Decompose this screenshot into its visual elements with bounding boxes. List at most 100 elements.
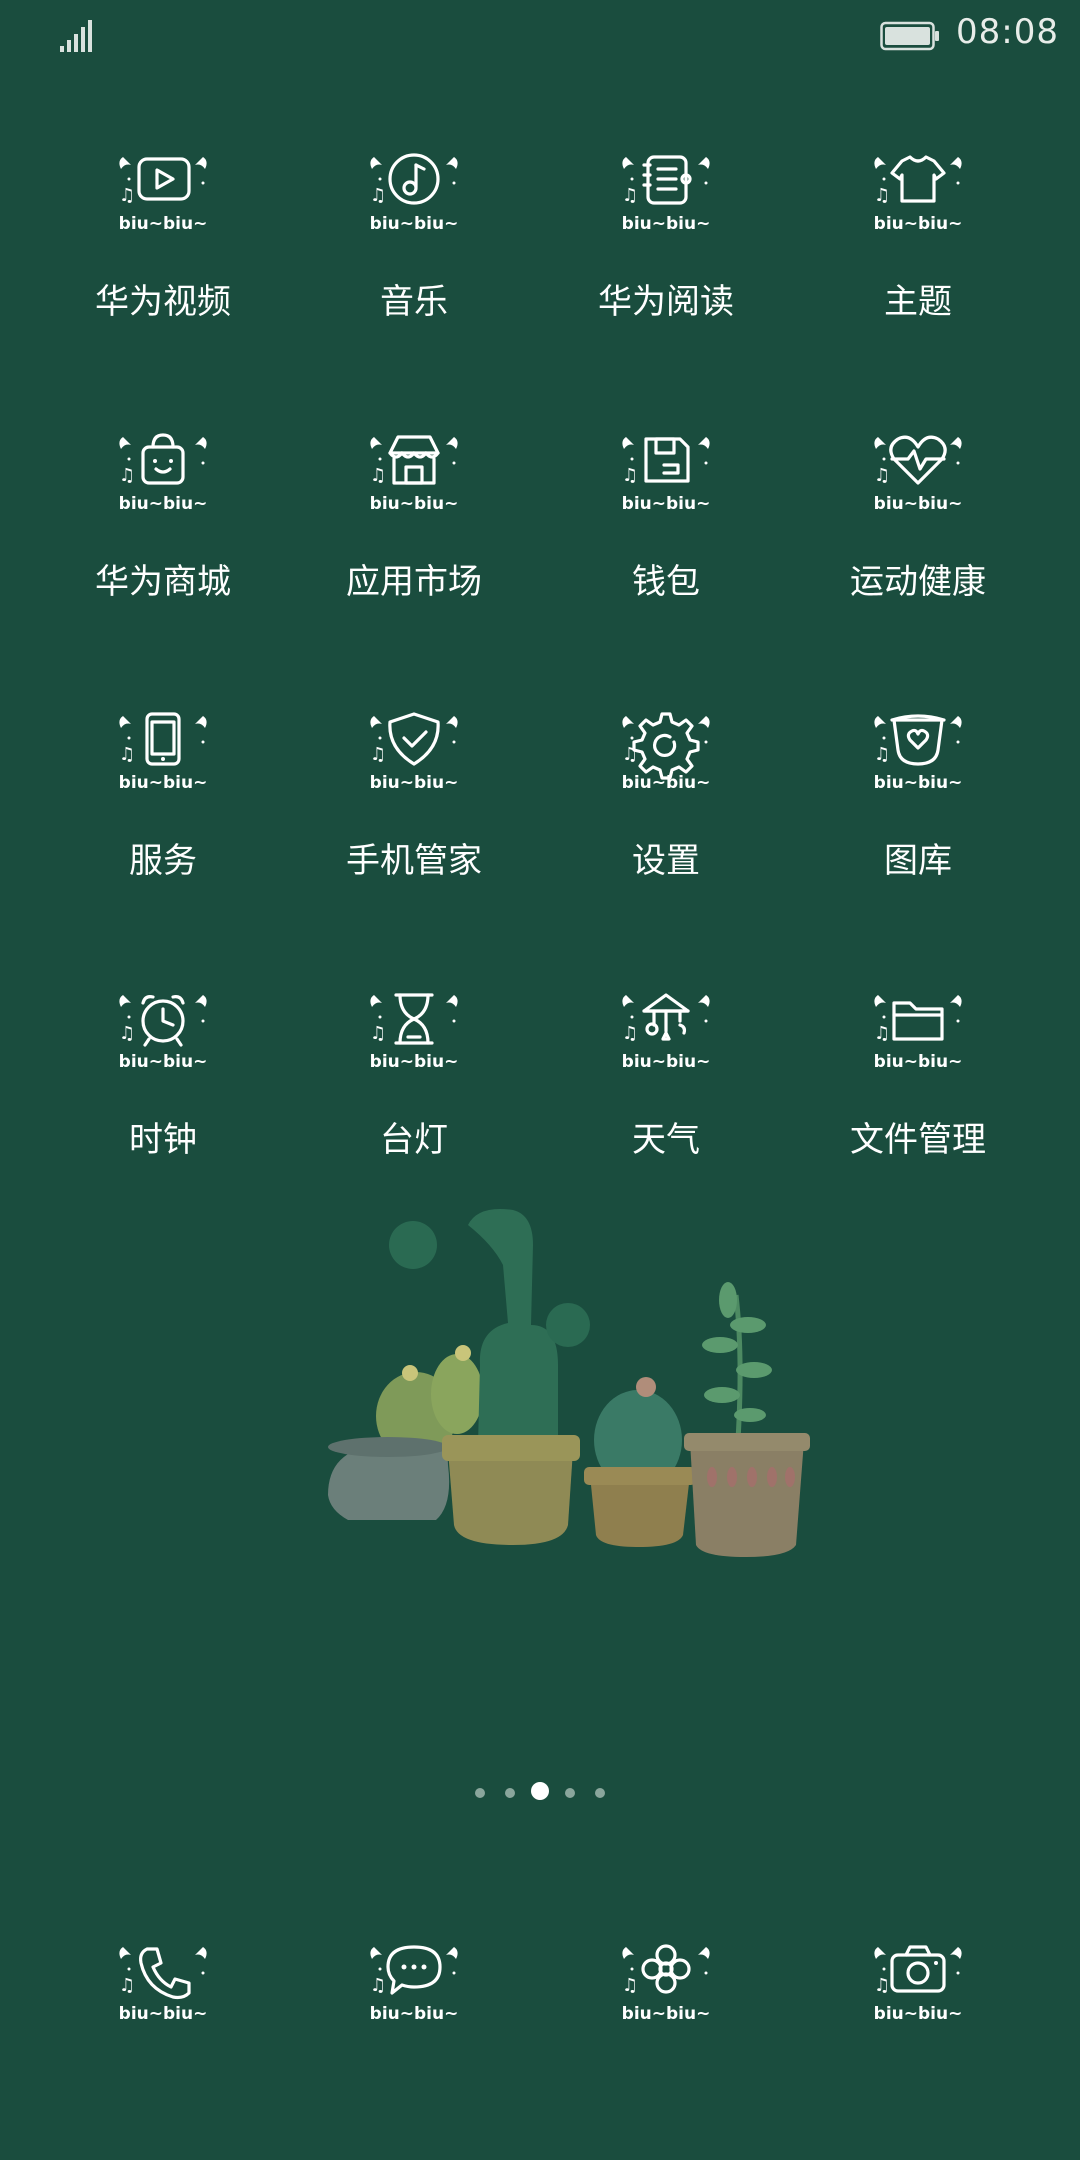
phone-icon: ♫ biu~biu~ (119, 1947, 208, 2024)
app-shield-check[interactable]: ♫ biu~biu~ 手机管家 (299, 697, 529, 937)
app-heart-pulse[interactable]: ♫ biu~biu~ 运动健康 (803, 418, 1033, 658)
video-play-icon: ♫ biu~biu~ (119, 157, 208, 234)
svg-text:♫: ♫ (622, 1975, 638, 1996)
dock-phone[interactable]: ♫ biu~biu~ (83, 1928, 243, 2048)
icon-caption: biu~biu~ (622, 2004, 711, 2024)
app-label: 华为视频 (95, 282, 231, 322)
svg-text:♫: ♫ (119, 185, 135, 206)
svg-text:♫: ♫ (874, 465, 890, 486)
round-cactus-pot (584, 1377, 696, 1547)
app-label: 台灯 (380, 1120, 448, 1160)
hourglass-icon: ♫ biu~biu~ (370, 993, 459, 1072)
icon-caption: biu~biu~ (370, 494, 459, 514)
app-wallet[interactable]: ♫ biu~biu~ 钱包 (551, 418, 781, 658)
app-shopping-bag[interactable]: ♫ biu~biu~ 华为商城 (48, 418, 278, 658)
icon-caption: biu~biu~ (119, 214, 208, 234)
alarm-clock-icon: ♫ biu~biu~ (119, 995, 207, 1072)
svg-text:♫: ♫ (370, 1023, 386, 1044)
icon-caption: biu~biu~ (622, 773, 711, 793)
app-label: 图库 (884, 841, 952, 881)
svg-text:♫: ♫ (370, 465, 386, 486)
icon-caption: biu~biu~ (874, 773, 963, 793)
app-label: 服务 (129, 841, 197, 881)
icon-caption: biu~biu~ (119, 773, 208, 793)
shield-check-icon: ♫ biu~biu~ (370, 712, 459, 793)
app-gear[interactable]: ♫ biu~biu~ 设置 (551, 697, 781, 937)
music-note-icon: ♫ biu~biu~ (370, 153, 459, 234)
icon-caption: biu~biu~ (622, 214, 711, 234)
folder-icon: ♫ biu~biu~ (874, 995, 963, 1072)
gear-icon: ♫ biu~biu~ (622, 712, 711, 793)
icon-caption: biu~biu~ (370, 773, 459, 793)
icon-caption: biu~biu~ (874, 1052, 963, 1072)
app-hourglass[interactable]: ♫ biu~biu~ 台灯 (299, 976, 529, 1216)
wallet-icon: ♫ biu~biu~ (622, 437, 711, 514)
heart-pulse-icon: ♫ biu~biu~ (874, 435, 962, 514)
page-dot[interactable] (505, 1788, 515, 1798)
dock-flower[interactable]: ♫ biu~biu~ (586, 1928, 746, 2048)
app-label: 主题 (884, 282, 952, 322)
app-label: 文件管理 (850, 1120, 986, 1160)
leaf-plant-pot (684, 1282, 810, 1557)
svg-text:♫: ♫ (622, 465, 638, 486)
icon-caption: biu~biu~ (370, 1052, 459, 1072)
shopping-bag-icon: ♫ biu~biu~ (119, 433, 208, 514)
app-label: 应用市场 (346, 562, 482, 602)
app-label: 华为商城 (95, 562, 231, 602)
icon-caption: biu~biu~ (874, 214, 963, 234)
svg-text:♫: ♫ (119, 1023, 135, 1044)
app-label: 华为阅读 (598, 282, 734, 322)
battery-icon (880, 21, 939, 51)
app-label: 设置 (632, 841, 700, 881)
page-dot[interactable] (595, 1788, 605, 1798)
app-weather-mobile[interactable]: ♫ biu~biu~ 天气 (551, 976, 781, 1216)
svg-text:♫: ♫ (622, 744, 638, 765)
svg-text:♫: ♫ (622, 1023, 638, 1044)
tshirt-icon: ♫ biu~biu~ (874, 155, 963, 234)
page-dot-active[interactable] (531, 1782, 549, 1800)
app-label: 手机管家 (346, 841, 482, 881)
app-label: 运动健康 (850, 562, 986, 602)
app-tshirt[interactable]: ♫ biu~biu~ 主题 (803, 138, 1033, 378)
svg-text:♫: ♫ (119, 744, 135, 765)
store-icon: ♫ biu~biu~ (370, 435, 459, 514)
app-folder[interactable]: ♫ biu~biu~ 文件管理 (803, 976, 1033, 1216)
svg-text:♫: ♫ (874, 744, 890, 765)
icon-caption: biu~biu~ (370, 2004, 459, 2024)
app-music-note[interactable]: ♫ biu~biu~ 音乐 (299, 138, 529, 378)
app-phone-device[interactable]: ♫ biu~biu~ 服务 (48, 697, 278, 937)
page-indicator[interactable] (0, 1782, 1080, 1802)
svg-text:♫: ♫ (370, 744, 386, 765)
svg-text:♫: ♫ (622, 185, 638, 206)
app-alarm-clock[interactable]: ♫ biu~biu~ 时钟 (48, 976, 278, 1216)
svg-text:♫: ♫ (874, 185, 890, 206)
signal-icon (60, 20, 92, 52)
svg-text:♫: ♫ (874, 1975, 890, 1996)
page-dot[interactable] (475, 1788, 485, 1798)
app-gallery-heart[interactable]: ♫ biu~biu~ 图库 (803, 697, 1033, 937)
status-bar: 08:08 (0, 0, 1080, 72)
app-book[interactable]: ♫ biu~biu~ 华为阅读 (551, 138, 781, 378)
cactus-illustration (328, 1209, 810, 1557)
app-label: 天气 (632, 1120, 700, 1160)
app-video-play[interactable]: ♫ biu~biu~ 华为视频 (48, 138, 278, 378)
page-dot[interactable] (565, 1788, 575, 1798)
status-time: 08:08 (956, 12, 1059, 52)
camera-icon: ♫ biu~biu~ (874, 1945, 962, 2024)
icon-caption: biu~biu~ (119, 2004, 208, 2024)
app-label: 时钟 (129, 1120, 197, 1160)
flower-icon: ♫ biu~biu~ (622, 1944, 711, 2024)
dock-message[interactable]: ♫ biu~biu~ (334, 1928, 494, 2048)
app-label: 钱包 (632, 562, 700, 602)
icon-caption: biu~biu~ (622, 1052, 711, 1072)
svg-text:♫: ♫ (119, 1975, 135, 1996)
icon-caption: biu~biu~ (370, 214, 459, 234)
app-store[interactable]: ♫ biu~biu~ 应用市场 (299, 418, 529, 658)
icon-caption: biu~biu~ (622, 494, 711, 514)
app-label: 音乐 (380, 282, 448, 322)
phone-device-icon: ♫ biu~biu~ (119, 712, 208, 793)
svg-text:♫: ♫ (370, 185, 386, 206)
dock-camera[interactable]: ♫ biu~biu~ (838, 1928, 998, 2048)
svg-text:♫: ♫ (370, 1975, 386, 1996)
icon-caption: biu~biu~ (119, 494, 208, 514)
